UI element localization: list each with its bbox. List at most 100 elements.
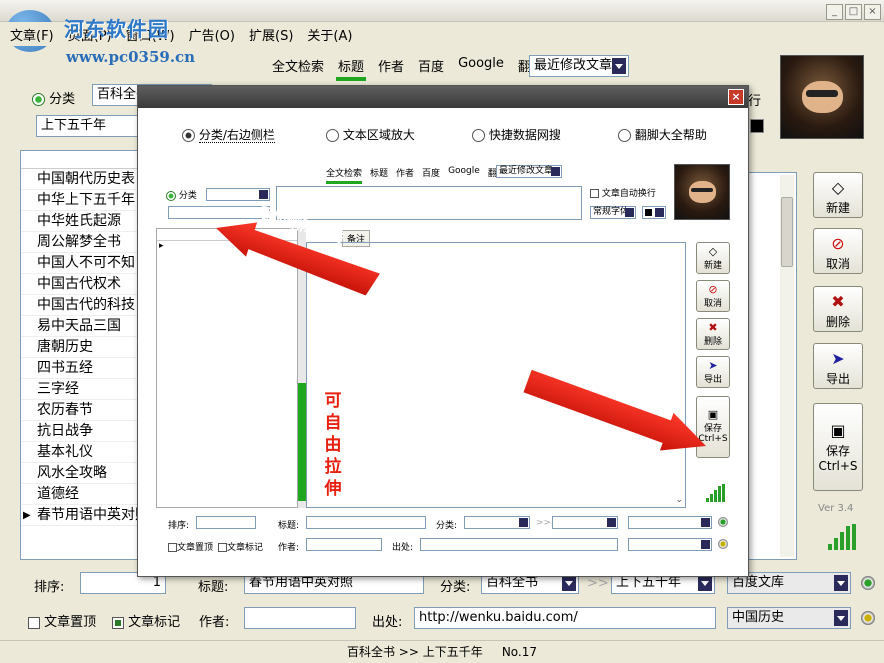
list-item[interactable]: 周公解梦全书 xyxy=(21,232,141,253)
mini-tag-select[interactable] xyxy=(628,538,712,551)
annotation-stretch: 可自由拉伸 xyxy=(324,391,342,499)
mini-category-select[interactable] xyxy=(206,188,270,201)
radio-icon xyxy=(32,93,45,106)
list-item[interactable]: 中华上下五千年 xyxy=(21,190,141,211)
mini-author-input[interactable] xyxy=(306,538,382,551)
mini-category-radio[interactable]: 分类 xyxy=(166,188,197,201)
mini-font-select[interactable]: 常规字体 xyxy=(590,206,636,219)
mini-source-select[interactable] xyxy=(628,516,712,529)
list-item[interactable]: 抗日战争 xyxy=(21,421,141,442)
list-item[interactable]: 唐朝历史 xyxy=(21,337,141,358)
origin-input[interactable]: http://wenku.baidu.com/ xyxy=(414,607,716,629)
chevron-down-icon xyxy=(562,575,576,591)
pin-checkbox[interactable]: 文章置顶 xyxy=(28,611,96,630)
option-quick-search[interactable]: 快捷数据网搜 xyxy=(472,126,561,143)
list-item[interactable]: 风水全攻略 xyxy=(21,463,141,484)
origin-label: 出处: xyxy=(372,615,403,630)
tab-author[interactable]: 作者 xyxy=(376,54,406,81)
export-button[interactable]: ➤ 导出 xyxy=(813,343,863,389)
mini-origin-input[interactable] xyxy=(420,538,618,551)
mark-checkbox[interactable]: 文章标记 xyxy=(112,611,180,630)
list-item[interactable]: 农历春节 xyxy=(21,400,141,421)
scrollbar[interactable] xyxy=(780,175,794,557)
mini-tab-fulltext[interactable]: 全文检索 xyxy=(326,166,363,184)
mini-scroll-down-icon[interactable]: ⌄ xyxy=(675,495,683,505)
mini-tab-title[interactable]: 标题 xyxy=(370,166,388,184)
avatar xyxy=(780,55,864,139)
mini-pin-checkbox[interactable]: 文章置顶 xyxy=(168,540,213,553)
author-input[interactable] xyxy=(244,607,356,629)
list-item[interactable]: 基本礼仪 xyxy=(21,442,141,463)
list-item[interactable]: 三字经 xyxy=(21,379,141,400)
chevron-down-icon xyxy=(701,518,710,527)
new-button[interactable]: ◇ 新建 xyxy=(813,172,863,218)
mini-category-input[interactable] xyxy=(464,516,530,529)
separator: >> xyxy=(587,576,609,591)
list-item[interactable]: 道德经 xyxy=(21,484,141,505)
menu-about[interactable]: 关于(A) xyxy=(307,25,352,44)
mini-origin-label: 出处: xyxy=(392,543,414,553)
list-item[interactable]: 中国朝代历史表 xyxy=(21,169,141,190)
mini-color-select[interactable] xyxy=(642,206,666,219)
mini-title-input[interactable] xyxy=(306,516,426,529)
category-radio[interactable]: 分类 xyxy=(32,88,75,107)
mini-delete-button[interactable]: ✖ 删除 xyxy=(696,318,730,350)
tab-title[interactable]: 标题 xyxy=(336,54,367,81)
list-item[interactable]: 中华姓氏起源 xyxy=(21,211,141,232)
tag-go-icon[interactable] xyxy=(861,611,875,625)
tab-fulltext[interactable]: 全文检索 xyxy=(270,54,326,81)
mini-export-button[interactable]: ➤ 导出 xyxy=(696,356,730,388)
mini-recent-select[interactable]: 最近修改文章 xyxy=(496,165,562,178)
quick-channel-icon[interactable] xyxy=(828,524,858,550)
close-button[interactable]: × xyxy=(864,4,881,20)
mini-sort-input[interactable] xyxy=(196,516,256,529)
menu-extend[interactable]: 扩展(S) xyxy=(249,25,293,44)
mini-tab-author[interactable]: 作者 xyxy=(396,166,414,184)
tag-select[interactable]: 中国历史 xyxy=(727,607,851,629)
option-sidebar[interactable]: 分类/右边侧栏 xyxy=(182,126,275,143)
article-list[interactable]: 中国朝代历史表 中华上下五千年 中华姓氏起源 周公解梦全书 中国人不可不知 中国古代权术中… xyxy=(20,150,142,560)
list-item[interactable]: 中国古代的科技 xyxy=(21,295,141,316)
maximize-button[interactable]: □ xyxy=(845,4,862,20)
mini-subcategory-select[interactable] xyxy=(168,206,270,219)
mini-tab-google[interactable]: Google xyxy=(448,166,480,184)
mini-article-list[interactable]: ▸ xyxy=(156,228,298,508)
menu-article[interactable]: 文章(F) xyxy=(10,25,54,44)
go-icon[interactable] xyxy=(861,576,875,590)
radio-icon xyxy=(166,190,176,201)
option-help[interactable]: 翻脚大全帮助 xyxy=(618,126,707,143)
cancel-button[interactable]: ⊘ 取消 xyxy=(813,228,863,274)
list-item[interactable]: 中国人不可不知 xyxy=(21,253,141,274)
menu-ads[interactable]: 广告(O) xyxy=(189,25,235,44)
option-enlarge[interactable]: 文本区域放大 xyxy=(326,126,415,143)
mini-new-button[interactable]: ◇ 新建 xyxy=(696,242,730,274)
mini-tab-baidu[interactable]: 百度 xyxy=(422,166,440,184)
mini-auto-wrap[interactable]: 文章自动换行 xyxy=(590,186,656,199)
mini-save-button[interactable]: ▣ 保存 Ctrl+S xyxy=(696,396,730,458)
mini-title-label: 标题: xyxy=(278,521,300,531)
mini-cancel-button[interactable]: ⊘ 取消 xyxy=(696,280,730,312)
mini-tag-go-icon[interactable] xyxy=(718,539,728,549)
scroll-thumb[interactable] xyxy=(781,197,793,267)
text-area[interactable] xyxy=(745,172,797,560)
selected-pointer-icon: ▶ xyxy=(23,510,31,521)
list-item[interactable]: ▶ 春节用语中英对照 xyxy=(21,505,141,526)
recent-select[interactable]: 最近修改文章 xyxy=(529,55,629,77)
save-button[interactable]: ▣ 保存 Ctrl+S xyxy=(813,403,863,491)
color-swatch[interactable] xyxy=(750,119,764,133)
mini-quick-channel-icon[interactable] xyxy=(706,484,728,502)
list-item[interactable]: 四书五经 xyxy=(21,358,141,379)
list-item[interactable]: 中国古代权术 xyxy=(21,274,141,295)
mini-go-icon[interactable] xyxy=(718,517,728,527)
mini-mark-checkbox[interactable]: 文章标记 xyxy=(218,540,263,553)
delete-button[interactable]: ✖ 删除 xyxy=(813,286,863,332)
splitter-grip[interactable] xyxy=(298,383,306,501)
tab-baidu[interactable]: 百度 xyxy=(416,54,446,81)
list-item[interactable]: 易中天品三国 xyxy=(21,316,141,337)
mini-search-box[interactable] xyxy=(276,186,582,220)
tab-google[interactable]: Google xyxy=(456,54,506,81)
dialog-close-button[interactable]: × xyxy=(728,89,744,105)
chevron-down-icon xyxy=(701,540,710,549)
mini-subcategory-input[interactable] xyxy=(552,516,618,529)
minimize-button[interactable]: _ xyxy=(826,4,843,20)
